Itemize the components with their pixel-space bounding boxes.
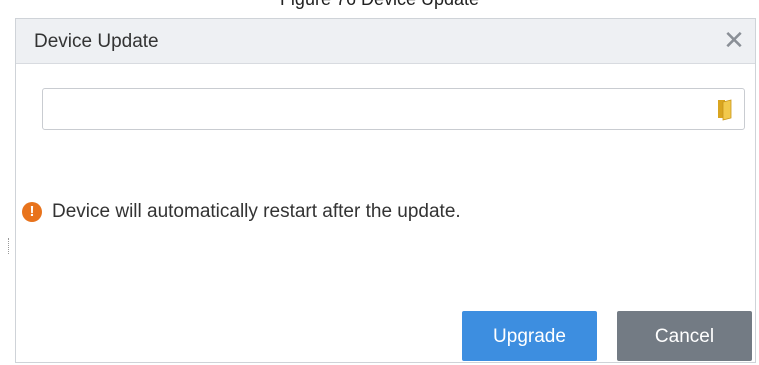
restart-notice: ! Device will automatically restart afte… bbox=[22, 200, 461, 224]
figure-caption: Figure 76 Device Update bbox=[0, 0, 759, 8]
notice-text: Device will automatically restart after … bbox=[52, 201, 461, 222]
resize-handle[interactable] bbox=[8, 238, 11, 254]
dialog-header: Device Update ✕ bbox=[16, 19, 755, 64]
warning-icon: ! bbox=[22, 202, 42, 222]
page: Figure 76 Device Update Device Update ✕ … bbox=[0, 0, 759, 365]
folder-icon bbox=[718, 99, 732, 121]
close-icon: ✕ bbox=[723, 25, 745, 55]
dialog-title: Device Update bbox=[34, 31, 159, 52]
cancel-button[interactable]: Cancel bbox=[617, 311, 752, 361]
close-button[interactable]: ✕ bbox=[719, 25, 749, 55]
file-path-field bbox=[42, 88, 745, 130]
upgrade-button[interactable]: Upgrade bbox=[462, 311, 597, 361]
file-path-input[interactable] bbox=[43, 89, 723, 129]
device-update-dialog: Device Update ✕ ! Device will automatica… bbox=[15, 18, 756, 363]
browse-folder-button[interactable] bbox=[712, 97, 738, 121]
